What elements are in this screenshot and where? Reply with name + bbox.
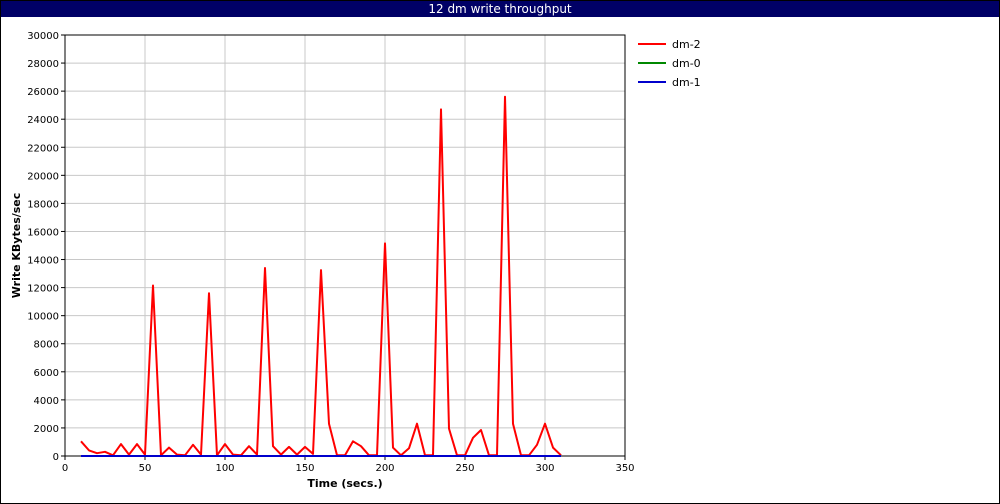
- y-axis-label: Write KBytes/sec: [10, 193, 23, 299]
- chart-canvas: 0200040006000800010000120001400016000180…: [10, 31, 701, 490]
- y-tick-label: 28000: [27, 59, 59, 70]
- plot-area: [64, 34, 626, 457]
- y-tick-label: 30000: [27, 31, 59, 42]
- y-tick-label: 18000: [27, 199, 59, 210]
- legend-label-dm-1: dm-1: [672, 76, 701, 89]
- series-lines: [80, 95, 562, 457]
- x-tick-label: 200: [375, 463, 394, 474]
- axis-ticks: 0200040006000800010000120001400016000180…: [27, 31, 634, 474]
- x-tick-label: 50: [139, 463, 152, 474]
- legend-label-dm-2: dm-2: [672, 38, 701, 51]
- x-tick-label: 100: [215, 463, 234, 474]
- y-tick-label: 8000: [34, 340, 59, 351]
- y-tick-label: 4000: [34, 396, 59, 407]
- x-tick-label: 350: [615, 463, 634, 474]
- grid-lines: [65, 35, 625, 456]
- y-tick-label: 2000: [34, 424, 59, 435]
- legend-label-dm-0: dm-0: [672, 57, 701, 70]
- y-tick-label: 16000: [27, 227, 59, 238]
- series-line-dm-2: [80, 95, 562, 457]
- y-tick-label: 24000: [27, 115, 59, 126]
- y-tick-label: 12000: [27, 284, 59, 295]
- y-tick-label: 22000: [27, 143, 59, 154]
- x-tick-label: 250: [455, 463, 474, 474]
- x-axis-label: Time (secs.): [307, 477, 382, 490]
- y-tick-label: 20000: [27, 171, 59, 182]
- legend: dm-2 dm-0 dm-1: [638, 38, 701, 89]
- y-tick-label: 6000: [34, 368, 59, 379]
- y-tick-label: 10000: [27, 312, 59, 323]
- x-tick-label: 300: [535, 463, 554, 474]
- y-tick-label: 14000: [27, 256, 59, 267]
- x-tick-label: 0: [62, 463, 68, 474]
- y-tick-label: 0: [53, 452, 59, 463]
- y-tick-label: 26000: [27, 87, 59, 98]
- x-tick-label: 150: [295, 463, 314, 474]
